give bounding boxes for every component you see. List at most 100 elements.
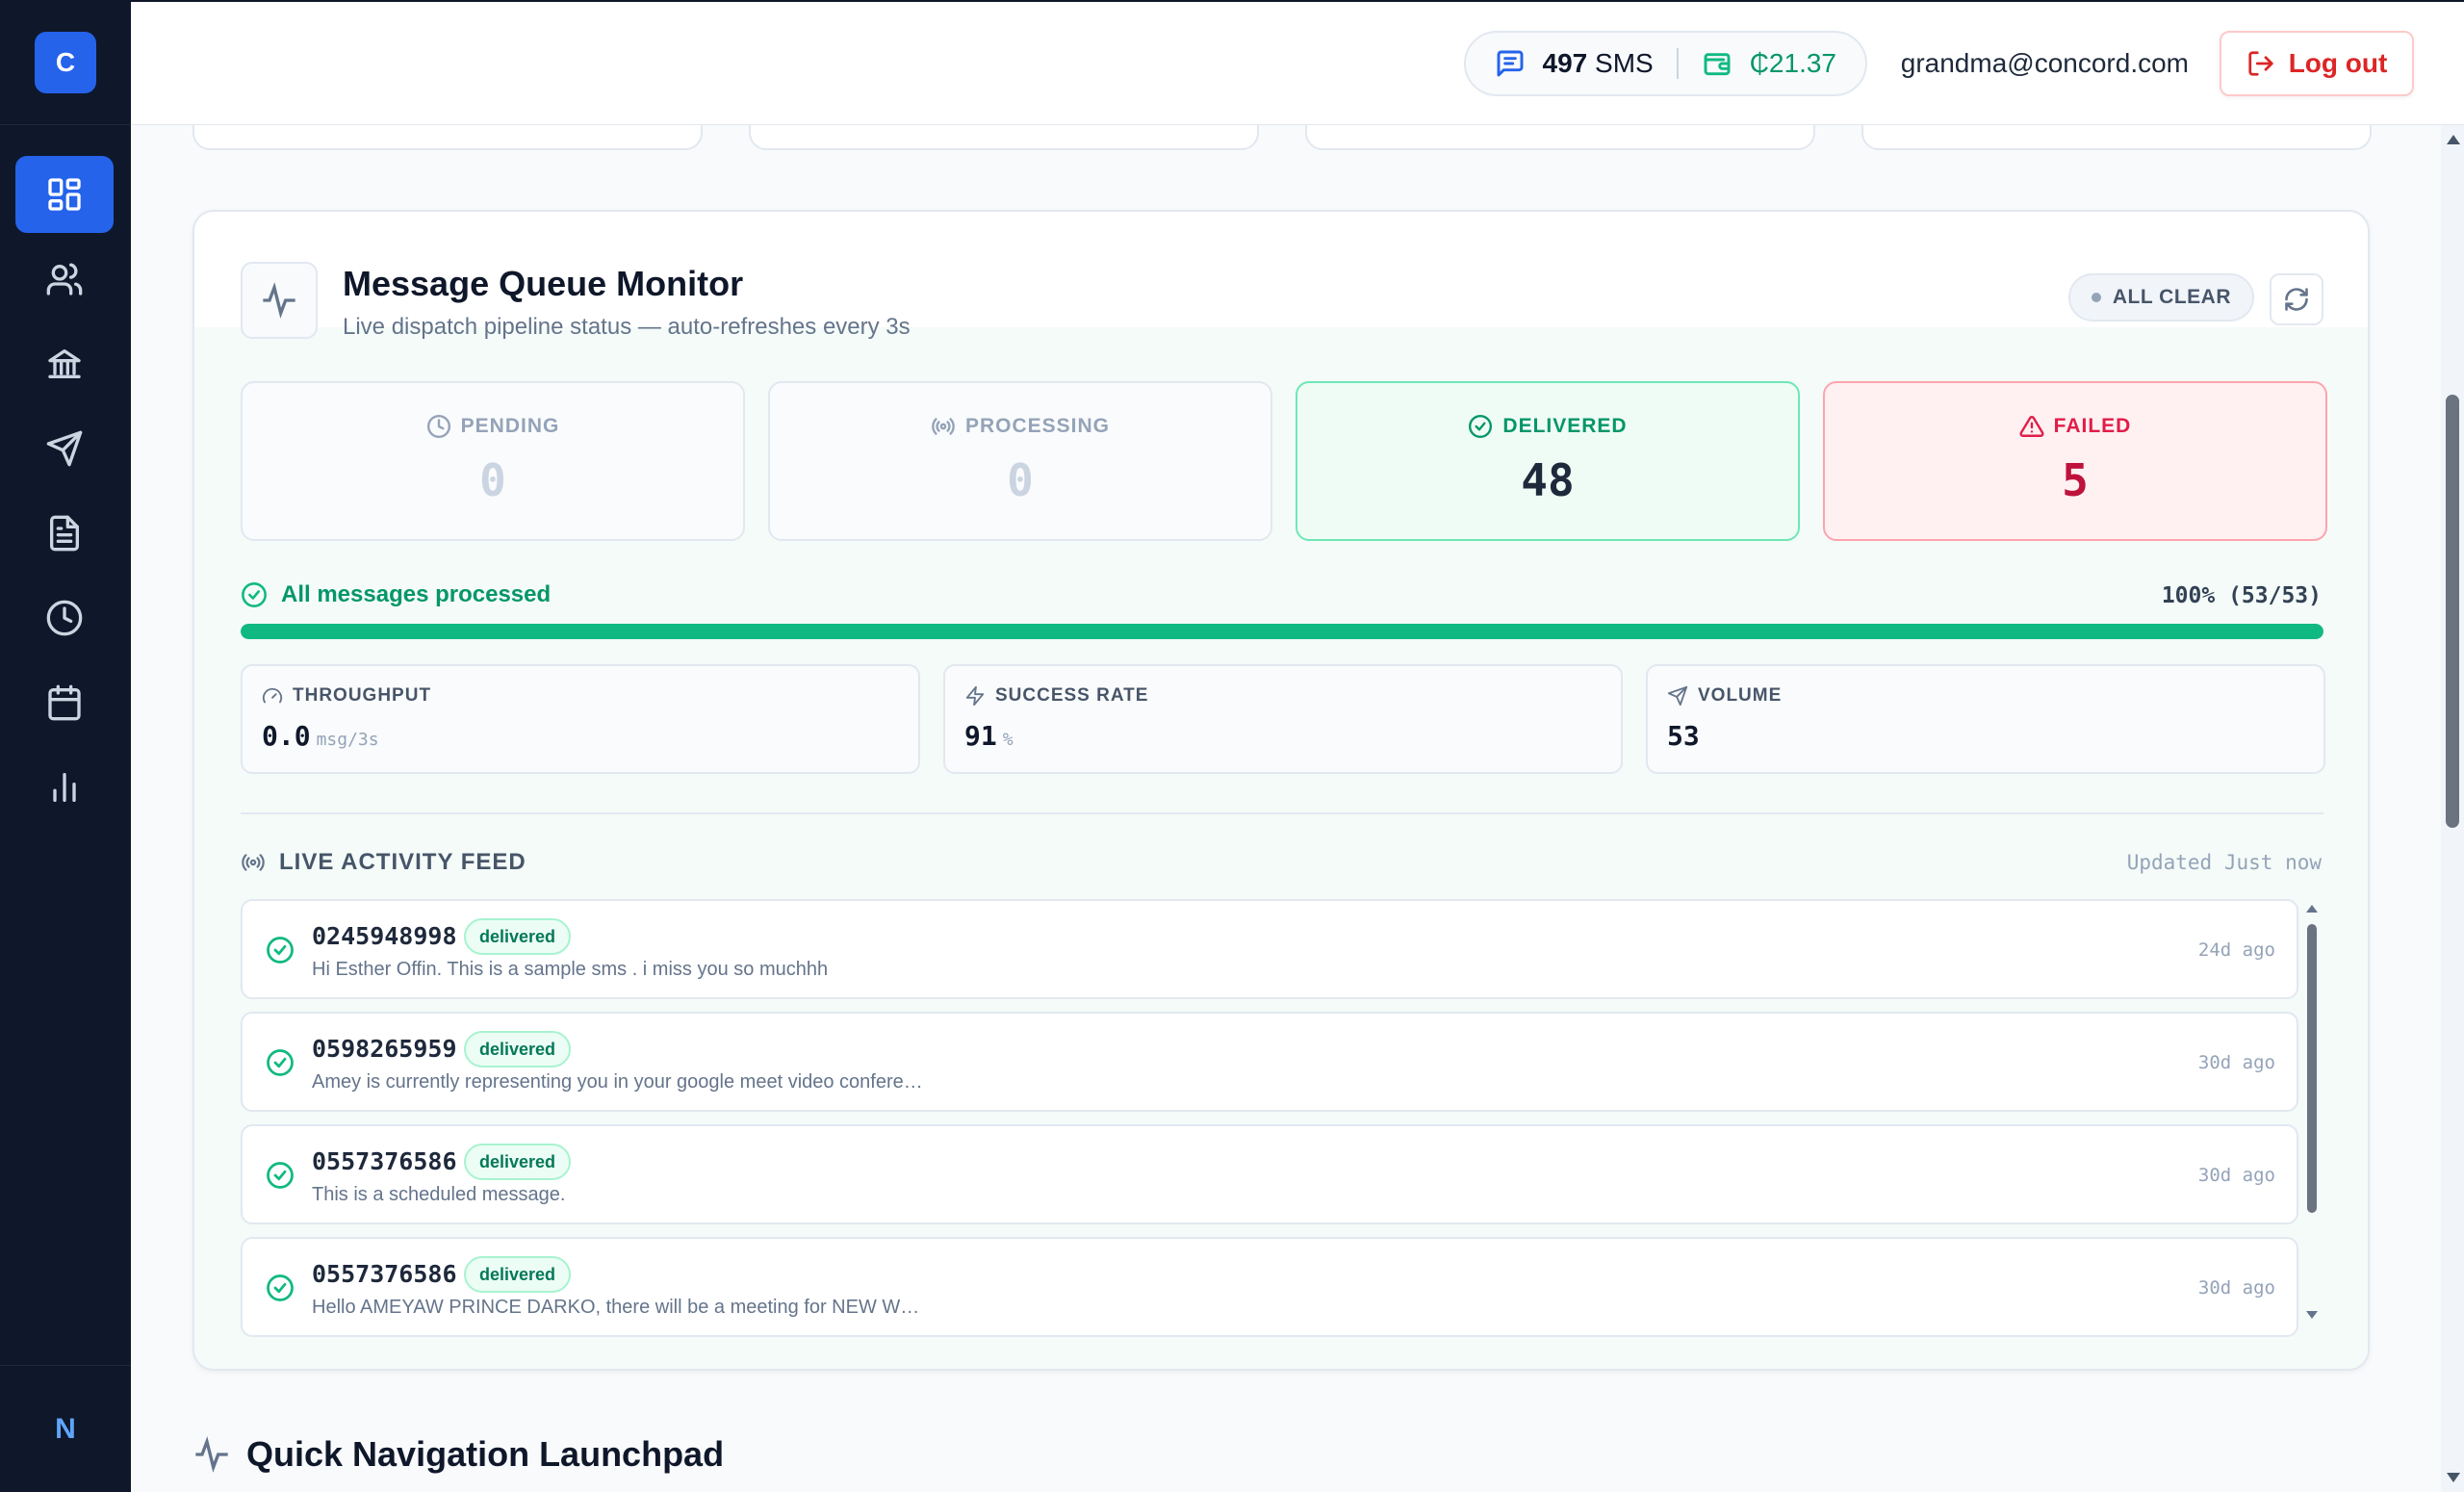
status-badge: delivered bbox=[464, 1144, 572, 1180]
feed-phone: 0245948998 bbox=[312, 922, 457, 950]
metric-label: VOLUME bbox=[1698, 685, 1783, 706]
stat-card-pending: PENDING 0 bbox=[241, 381, 745, 541]
logo-area: C bbox=[0, 0, 131, 125]
users-icon bbox=[46, 263, 83, 296]
scroll-thumb[interactable] bbox=[2446, 395, 2459, 828]
feed-scrollbar[interactable] bbox=[2304, 905, 2320, 1319]
app-logo[interactable]: C bbox=[35, 31, 96, 93]
status-dot bbox=[2091, 293, 2101, 302]
metric-unit: % bbox=[1002, 730, 1014, 750]
metric-label: SUCCESS RATE bbox=[995, 685, 1149, 706]
metric-value: 0.0 bbox=[262, 720, 311, 752]
sidebar-item-schedule[interactable] bbox=[15, 664, 114, 741]
feed-item[interactable]: 0245948998 delivered Hi Esther Offin. Th… bbox=[241, 899, 2298, 999]
stat-value: 0 bbox=[479, 454, 506, 506]
zap-icon bbox=[965, 685, 985, 707]
check-circle-icon bbox=[267, 1162, 294, 1189]
sidebar-item-history[interactable] bbox=[15, 579, 114, 656]
feed-item[interactable]: 0557376586 delivered This is a scheduled… bbox=[241, 1124, 2298, 1224]
panel-icon bbox=[241, 262, 318, 339]
stat-value: 48 bbox=[1521, 454, 1575, 506]
sidebar-footer: N bbox=[0, 1365, 131, 1492]
sidebar: C N bbox=[0, 0, 131, 1492]
scroll-down-arrow[interactable] bbox=[2447, 1473, 2460, 1482]
sidebar-item-contacts[interactable] bbox=[15, 241, 114, 318]
check-circle-icon bbox=[267, 937, 294, 964]
status-badge: delivered bbox=[464, 1256, 572, 1293]
calendar-icon bbox=[48, 684, 81, 721]
stat-label: PROCESSING bbox=[964, 415, 1111, 437]
metric-label: THROUGHPUT bbox=[293, 685, 432, 706]
feed-message: Hello AMEYAW PRINCE DARKO, there will be… bbox=[312, 1297, 920, 1318]
check-circle-icon bbox=[267, 1274, 294, 1301]
progress-percent: 100% (53/53) bbox=[2161, 583, 2322, 608]
check-circle-icon bbox=[242, 582, 267, 607]
status-badge: delivered bbox=[464, 1031, 572, 1068]
sidebar-item-billing[interactable] bbox=[15, 325, 114, 402]
progress-fill bbox=[241, 624, 2323, 639]
stat-card-failed: FAILED 5 bbox=[1823, 381, 2327, 541]
scroll-thumb[interactable] bbox=[2307, 924, 2317, 1213]
summary-card bbox=[1861, 125, 2372, 150]
clock-icon bbox=[46, 600, 83, 636]
logout-button[interactable]: Log out bbox=[2220, 31, 2414, 96]
scroll-up-arrow[interactable] bbox=[2447, 135, 2460, 144]
metric-value: 91 bbox=[964, 720, 997, 752]
sidebar-item-send[interactable] bbox=[15, 410, 114, 487]
metric-volume: VOLUME 53 bbox=[1646, 664, 2325, 774]
progress-label: All messages processed bbox=[241, 581, 551, 608]
activity-feed-list[interactable]: 0245948998 delivered Hi Esther Offin. Th… bbox=[241, 899, 2300, 1342]
stat-label: FAILED bbox=[2053, 415, 2132, 437]
credit-balance: ₵21.37 bbox=[1749, 48, 1836, 78]
sidebar-item-reports[interactable] bbox=[15, 749, 114, 826]
feed-updated: Updated Just now bbox=[2126, 851, 2322, 874]
sidebar-item-dashboard[interactable] bbox=[15, 156, 114, 233]
stat-card-delivered: DELIVERED 48 bbox=[1296, 381, 1800, 541]
panel-subtitle: Live dispatch pipeline status — auto-ref… bbox=[343, 314, 911, 340]
status-badge: ALL CLEAR bbox=[2067, 273, 2254, 322]
feed-item[interactable]: 0598265959 delivered Amey is currently r… bbox=[241, 1012, 2298, 1112]
feed-item[interactable]: 0557376586 delivered Hello AMEYAW PRINCE… bbox=[241, 1237, 2298, 1337]
message-queue-monitor: Message Queue Monitor Live dispatch pipe… bbox=[192, 210, 2370, 1371]
message-icon bbox=[1497, 50, 1523, 77]
metric-value: 53 bbox=[1667, 720, 1700, 752]
document-icon bbox=[50, 515, 80, 552]
sms-count: 497 bbox=[1542, 48, 1588, 78]
avatar[interactable]: N bbox=[55, 1413, 76, 1446]
alert-triangle-icon bbox=[2019, 416, 2044, 437]
send-icon bbox=[1667, 685, 1688, 707]
wallet-icon bbox=[1704, 53, 1731, 76]
page-scrollbar[interactable] bbox=[2441, 125, 2464, 1492]
feed-time: 30d ago bbox=[2197, 1165, 2275, 1186]
broadcast-icon bbox=[932, 418, 955, 435]
refresh-icon bbox=[2285, 288, 2308, 311]
refresh-button[interactable] bbox=[2270, 273, 2323, 325]
check-circle-icon bbox=[267, 1049, 294, 1076]
status-badge: delivered bbox=[464, 918, 572, 955]
feed-message: Amey is currently representing you in yo… bbox=[312, 1071, 923, 1093]
credits-pill[interactable]: 497 SMS ₵21.37 bbox=[1463, 31, 1867, 96]
credits-divider bbox=[1676, 48, 1679, 79]
feed-time: 30d ago bbox=[2197, 1277, 2275, 1299]
sidebar-item-templates[interactable] bbox=[15, 495, 114, 572]
status-badge-label: ALL CLEAR bbox=[2112, 286, 2231, 308]
broadcast-icon bbox=[242, 854, 265, 871]
dashboard-icon bbox=[48, 178, 81, 211]
sms-label: SMS bbox=[1595, 48, 1654, 78]
feed-title: LIVE ACTIVITY FEED bbox=[241, 849, 526, 876]
progress-bar bbox=[241, 624, 2323, 639]
user-email: grandma@concord.com bbox=[1900, 48, 2189, 78]
feed-message: This is a scheduled message. bbox=[312, 1184, 566, 1205]
stat-label: DELIVERED bbox=[1502, 415, 1628, 437]
scroll-up-arrow[interactable] bbox=[2306, 905, 2318, 913]
scroll-down-arrow[interactable] bbox=[2306, 1311, 2318, 1319]
summary-card bbox=[749, 125, 1259, 150]
feed-time: 24d ago bbox=[2197, 939, 2275, 961]
feed-phone: 0557376586 bbox=[312, 1260, 457, 1288]
gauge-icon bbox=[262, 687, 283, 704]
send-icon bbox=[46, 430, 83, 467]
panel-title: Message Queue Monitor bbox=[343, 264, 744, 303]
logout-label: Log out bbox=[2288, 48, 2388, 78]
stat-value: 5 bbox=[2062, 454, 2089, 506]
bar-chart-icon bbox=[53, 773, 76, 802]
